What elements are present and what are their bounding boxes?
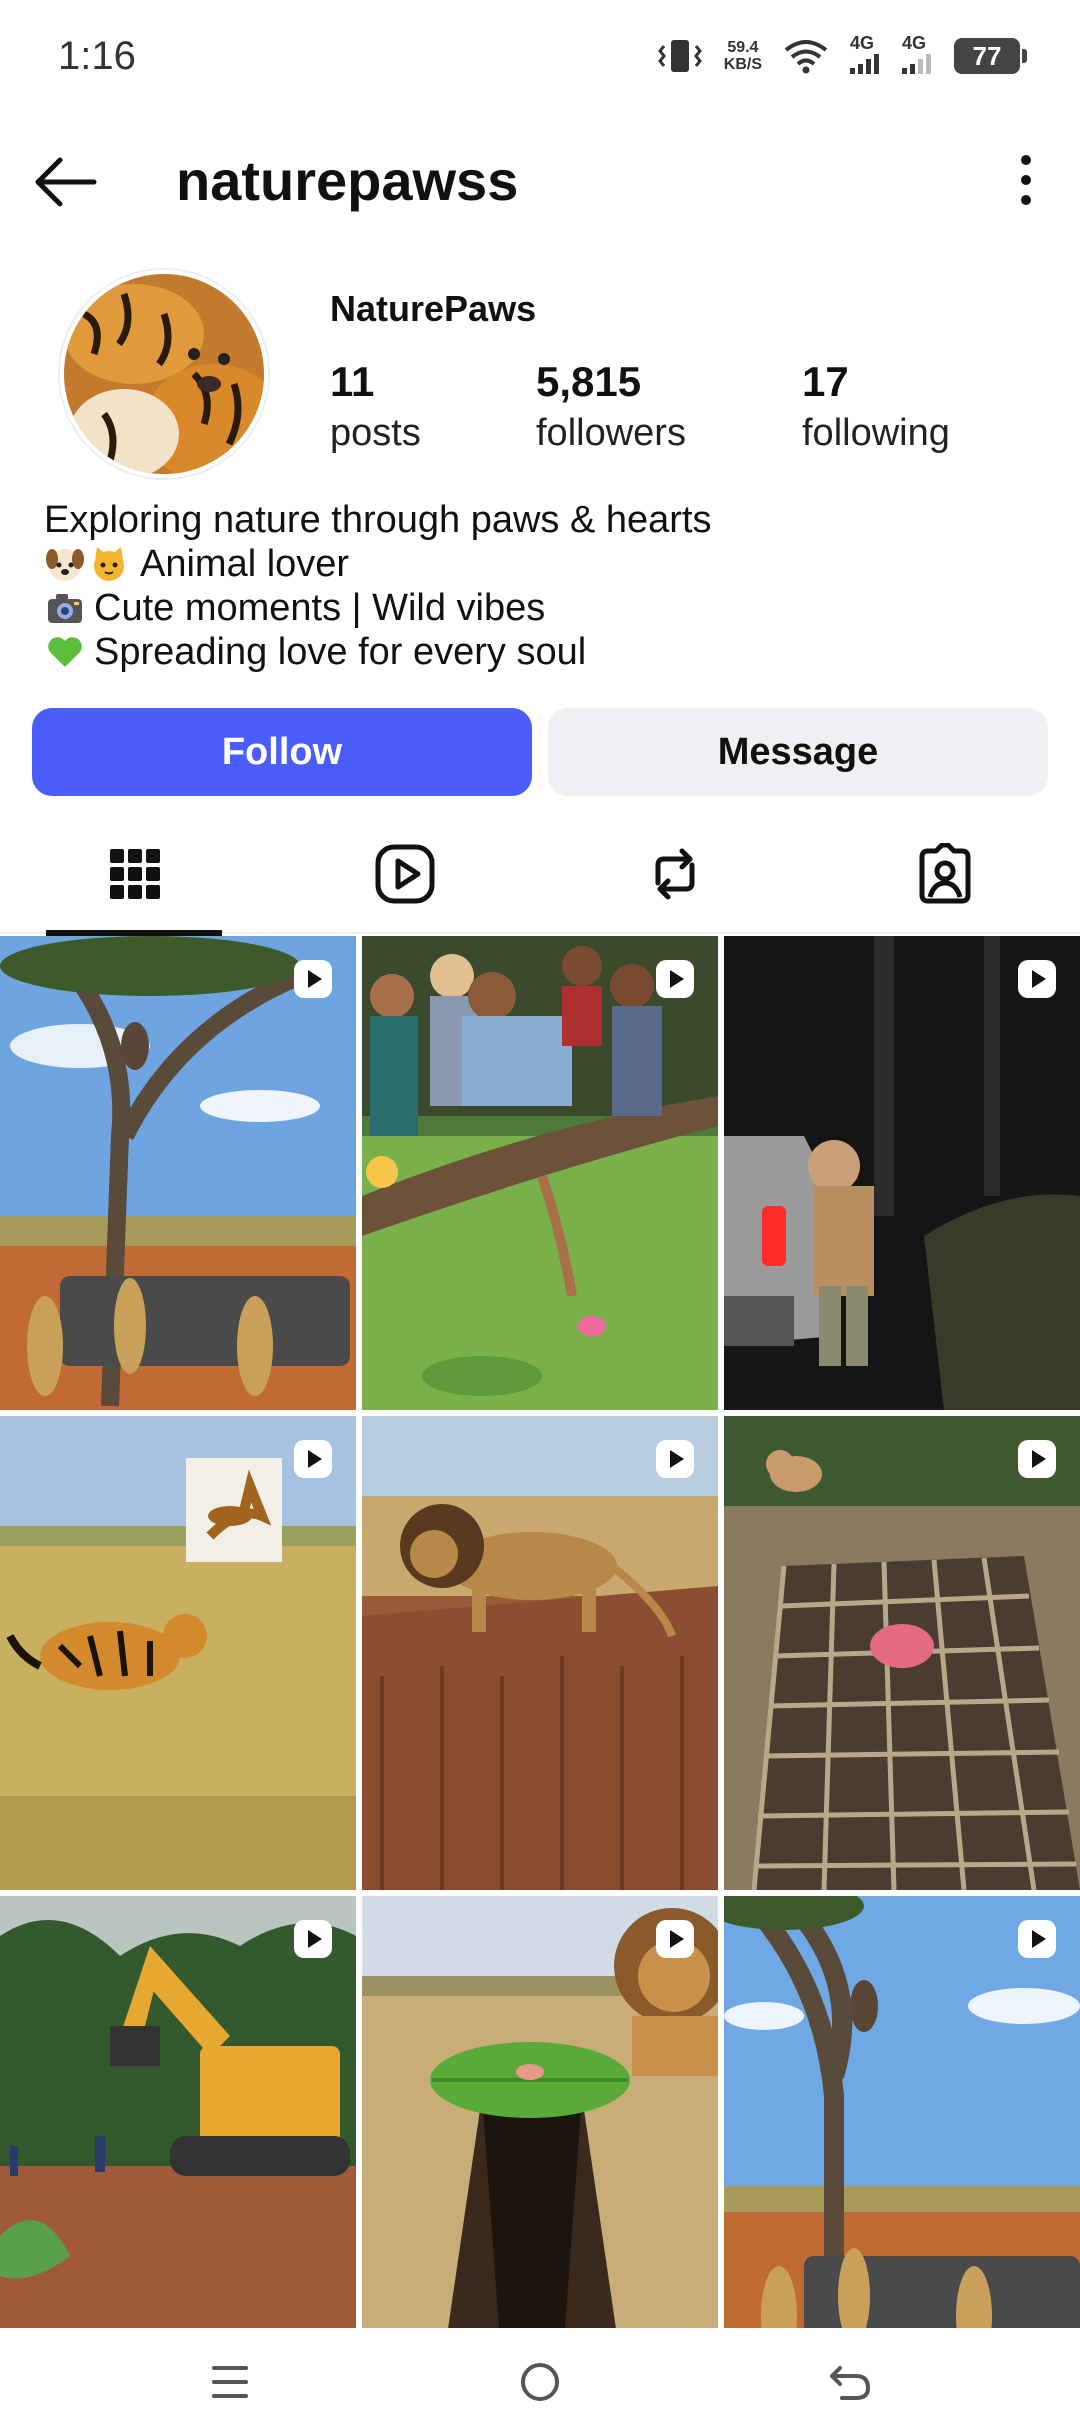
- reel-icon: [656, 1920, 694, 1958]
- status-bar: 1:16 59.4 KB/S 4G 4G 77: [0, 0, 1080, 120]
- followers-count[interactable]: 5,815 followers: [536, 358, 686, 455]
- bio-text: Cute moments | Wild vibes: [94, 587, 546, 629]
- more-options-button[interactable]: [996, 150, 1056, 210]
- follow-button[interactable]: Follow: [32, 708, 532, 796]
- post-night-car[interactable]: [724, 936, 1080, 1410]
- following-value: 17: [802, 358, 849, 405]
- followers-label: followers: [536, 412, 686, 454]
- dog-cat-emoji-icon: [44, 545, 132, 583]
- following-label: following: [802, 412, 950, 454]
- post-thumbnail: [362, 936, 718, 1410]
- bio-line: Animal lover: [44, 542, 1044, 586]
- posts-label: posts: [330, 412, 421, 454]
- green-heart-emoji-icon: [44, 633, 86, 671]
- speed-unit: KB/S: [723, 56, 762, 73]
- reel-icon: [656, 1440, 694, 1478]
- back-curve-icon: [830, 2366, 870, 2400]
- system-nav-bar: [0, 2328, 1080, 2436]
- reel-icon: [1018, 960, 1056, 998]
- grid-icon: [110, 849, 160, 899]
- back-button[interactable]: [30, 152, 100, 212]
- home-button[interactable]: [510, 2352, 570, 2412]
- profile-bio: Exploring nature through paws & hearts A…: [44, 498, 1044, 674]
- signal-icon: [902, 54, 931, 74]
- profile-avatar[interactable]: [60, 270, 268, 478]
- home-circle-icon: [521, 2363, 559, 2401]
- post-thumbnail: [0, 1416, 356, 1890]
- profile-tabs: [0, 814, 1080, 936]
- following-count[interactable]: 17 following: [802, 358, 950, 455]
- posts-count[interactable]: 11 posts: [330, 358, 421, 455]
- tab-reposts[interactable]: [540, 814, 810, 934]
- reels-play-icon: [375, 844, 435, 904]
- reel-icon: [294, 1920, 332, 1958]
- post-excavator[interactable]: [0, 1896, 356, 2328]
- bio-text: Animal lover: [140, 543, 350, 585]
- battery-indicator: 77: [954, 38, 1027, 74]
- reel-icon: [294, 960, 332, 998]
- post-thumbnail: [362, 1416, 718, 1890]
- reel-icon: [656, 960, 694, 998]
- post-lion-rock[interactable]: [362, 1416, 718, 1890]
- status-icons: 59.4 KB/S 4G 4G 77: [657, 33, 1027, 79]
- signal-2: 4G: [902, 33, 932, 79]
- bio-text: Exploring nature through paws & hearts: [44, 499, 712, 541]
- vibrate-icon: [657, 40, 702, 72]
- post-tree-trampoline[interactable]: [724, 1896, 1080, 2328]
- post-thumbnail: [724, 1896, 1080, 2328]
- followers-value: 5,815: [536, 358, 642, 405]
- bio-text: Spreading love for every soul: [94, 631, 587, 673]
- tab-tagged[interactable]: [810, 814, 1080, 934]
- reel-icon: [294, 1440, 332, 1478]
- profile-header: naturepawss: [0, 130, 1080, 230]
- post-tree-leopards[interactable]: [0, 936, 356, 1410]
- post-thumbnail: [0, 936, 356, 1410]
- post-thumbnail: [0, 1896, 356, 2328]
- reel-icon: [1018, 1920, 1056, 1958]
- camera-emoji-icon: [44, 589, 86, 627]
- posts-value: 11: [330, 358, 375, 405]
- post-tiger-cage-pit[interactable]: [724, 1416, 1080, 1890]
- network-type-2: 4G: [902, 33, 927, 53]
- network-type-1: 4G: [850, 33, 875, 53]
- post-lion-leaf-pit[interactable]: [362, 1896, 718, 2328]
- system-back-button[interactable]: [820, 2352, 880, 2412]
- tiger-avatar-image: [64, 274, 264, 474]
- post-thumbnail: [362, 1896, 718, 2328]
- more-vertical-icon: [1021, 155, 1031, 205]
- bio-line: Spreading love for every soul: [44, 630, 1044, 674]
- posts-grid: [0, 936, 1080, 2328]
- post-boat-lotus[interactable]: [362, 936, 718, 1410]
- bio-line: Cute moments | Wild vibes: [44, 586, 1044, 630]
- signal-1: 4G: [850, 33, 880, 79]
- post-thumbnail: [724, 1416, 1080, 1890]
- status-time: 1:16: [58, 34, 136, 78]
- wifi-icon: [784, 40, 828, 74]
- recent-apps-button[interactable]: [200, 2352, 260, 2412]
- message-button[interactable]: Message: [548, 708, 1048, 796]
- bio-line: Exploring nature through paws & hearts: [44, 498, 1044, 542]
- menu-lines-icon: [212, 2366, 248, 2398]
- network-speed: 59.4 KB/S: [724, 39, 762, 73]
- tagged-user-icon: [919, 843, 971, 904]
- profile-username: naturepawss: [176, 149, 519, 212]
- tab-reels[interactable]: [270, 814, 540, 934]
- reel-icon: [1018, 1440, 1056, 1478]
- arrow-left-icon: [35, 157, 97, 207]
- speed-value: 59.4: [727, 39, 759, 56]
- display-name: NaturePaws: [330, 288, 537, 329]
- signal-icon: [850, 54, 879, 74]
- tab-posts-grid[interactable]: [0, 814, 270, 936]
- post-tiger-antelope-sign[interactable]: [0, 1416, 356, 1890]
- repost-icon: [655, 848, 695, 900]
- post-thumbnail: [724, 936, 1080, 1410]
